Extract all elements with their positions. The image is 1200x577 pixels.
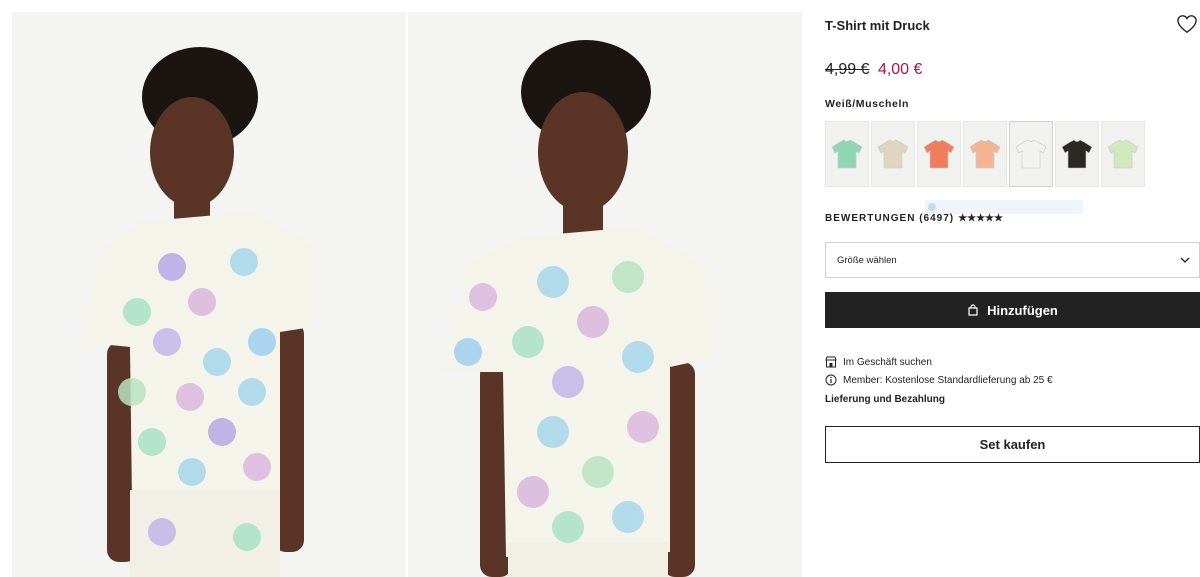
original-price: 4,99 € — [825, 61, 870, 78]
tshirt-icon — [969, 139, 1001, 169]
product-details-panel: T-Shirt mit Druck 4,99 € 4,00 € Weiß/Mus… — [825, 0, 1200, 577]
reviews-link[interactable]: BEWERTUNGEN (6497) ★★★★★ — [825, 213, 1003, 224]
reviews-label: BEWERTUNGEN (6497) — [825, 213, 955, 224]
product-image-front[interactable] — [12, 12, 406, 577]
selected-color-name: Weiß/Muscheln — [825, 98, 910, 110]
add-to-cart-button[interactable]: Hinzufügen — [825, 292, 1200, 328]
price-row: 4,99 € 4,00 € — [825, 61, 922, 79]
tshirt-icon — [1061, 139, 1093, 169]
buy-set-button[interactable]: Set kaufen — [825, 426, 1200, 463]
size-select[interactable]: Größe wählen — [825, 242, 1200, 278]
sale-price: 4,00 € — [877, 61, 923, 78]
shopping-bag-icon — [968, 304, 978, 316]
product-image-side[interactable] — [408, 12, 802, 577]
member-info-label: Member: Kostenlose Standardlieferung ab … — [843, 374, 1053, 386]
favorite-button[interactable] — [1176, 14, 1198, 34]
product-image-gallery — [0, 0, 812, 577]
delivery-payment-link[interactable]: Lieferung und Bezahlung — [825, 394, 945, 405]
product-title: T-Shirt mit Druck — [825, 18, 930, 33]
store-search-label: Im Geschäft suchen — [843, 356, 932, 368]
color-swatch-black-print[interactable] — [1055, 121, 1099, 187]
member-info: Member: Kostenlose Standardlieferung ab … — [825, 374, 1053, 386]
info-icon — [825, 374, 837, 386]
color-swatch-white-print[interactable] — [1009, 121, 1053, 187]
heart-icon — [1177, 15, 1197, 34]
color-swatch-beige-pattern[interactable] — [871, 121, 915, 187]
buy-set-label: Set kaufen — [979, 437, 1046, 452]
color-swatches — [825, 121, 1145, 187]
tshirt-icon — [1015, 139, 1047, 169]
rating-stars: ★★★★★ — [958, 213, 1003, 224]
chevron-down-icon — [1180, 257, 1190, 263]
add-to-cart-label: Hinzufügen — [987, 302, 1058, 318]
color-swatch-light-green-print[interactable] — [1101, 121, 1145, 187]
tshirt-icon — [831, 139, 863, 169]
tshirt-icon — [1107, 139, 1139, 169]
color-swatch-mint-green[interactable] — [825, 121, 869, 187]
size-select-label: Größe wählen — [837, 255, 897, 266]
color-swatch-floral-multicolor[interactable] — [917, 121, 961, 187]
tshirt-icon — [923, 139, 955, 169]
tooltip-overlay — [925, 200, 1083, 214]
store-search-link[interactable]: Im Geschäft suchen — [825, 356, 932, 368]
tshirt-icon — [877, 139, 909, 169]
store-icon — [825, 356, 837, 368]
color-swatch-peach[interactable] — [963, 121, 1007, 187]
